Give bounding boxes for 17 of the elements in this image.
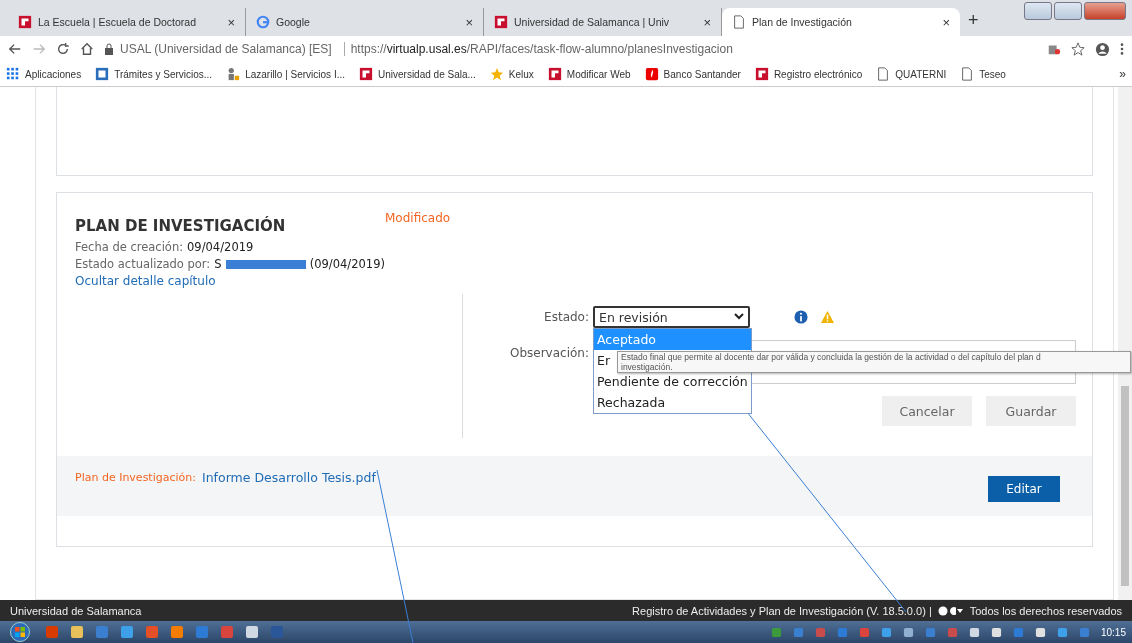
footer-text: Registro de Actividades y Plan de Investigación (V. 18.5.0.0) |	[632, 604, 932, 617]
field-value: (09/04/2019)	[309, 256, 385, 273]
clock-text: 10:15	[1100, 626, 1126, 638]
field-label: Estado actualizado por:	[75, 256, 211, 273]
status-label: Modificado	[385, 211, 451, 227]
site-info: USAL (Universidad de Salamanca) [ES]	[120, 42, 332, 56]
field-label: Fecha de creación:	[75, 239, 184, 256]
attachment-label: Plan de Investigación:	[75, 471, 196, 484]
section-title: PLAN DE INVESTIGACIÓN	[75, 217, 287, 235]
url-text: https://virtualp.usal.es/RAPI/faces/task-flow-alumno/planesInvestigacion	[343, 42, 733, 56]
field-label: Estado:	[543, 310, 589, 324]
field-value: 09/04/2019	[187, 239, 254, 256]
tooltip: Estado final que permite al docente dar por válida y concluida la gestión de la actividad o del capítulo del plan d investigación.	[617, 351, 1131, 373]
footer-text: Universidad de Salamanca	[10, 604, 142, 617]
footer-text: Todos los derechos reservados	[969, 604, 1122, 617]
field-label: Observación:	[509, 346, 589, 360]
field-value: S	[214, 256, 222, 273]
